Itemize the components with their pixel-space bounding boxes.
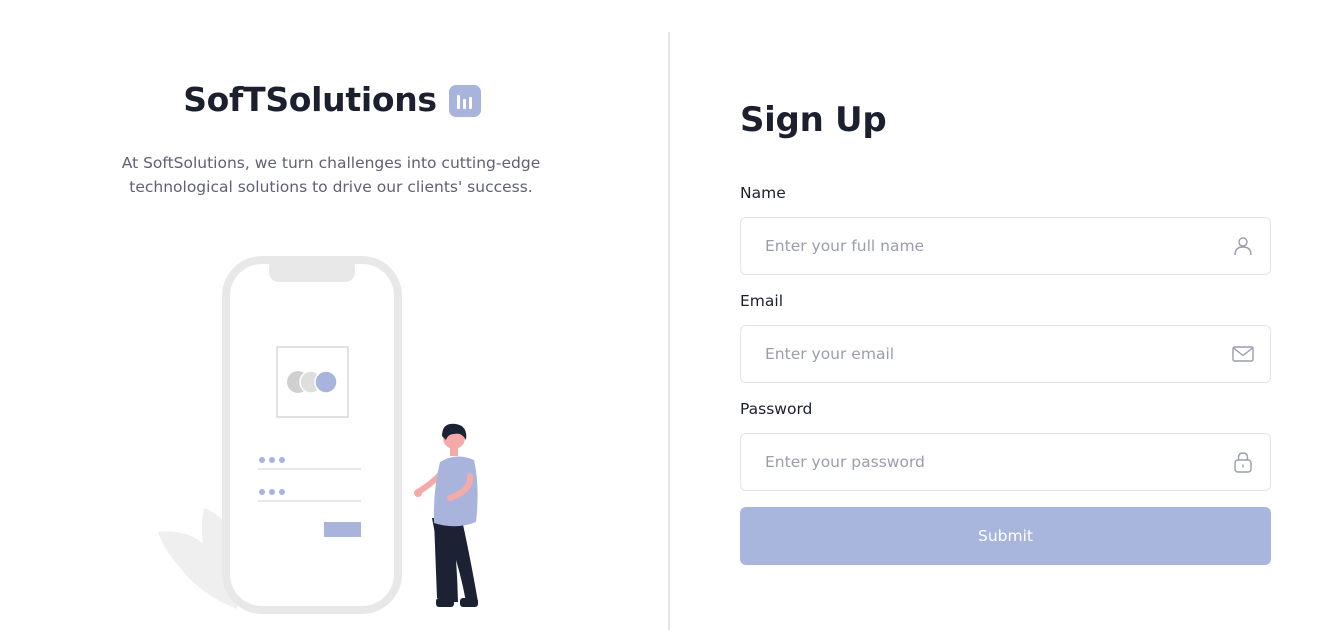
password-label: Password [740,400,813,418]
password-field [740,433,1271,491]
brand-name: SofTSolutions [183,80,437,119]
form-title: Sign Up [740,100,887,140]
name-input[interactable] [741,218,1270,274]
phone-login-illustration [158,256,478,614]
password-input[interactable] [741,434,1270,490]
brand-header: SofTSolutions [0,80,664,119]
email-input[interactable] [741,326,1270,382]
phone-illustration [222,256,402,614]
bar-chart-icon [448,84,481,117]
brand-tagline: At SoftSolutions, we turn challenges int… [121,154,541,196]
name-label: Name [740,184,786,202]
panel-divider [668,32,670,630]
mail-icon [1232,346,1254,362]
email-label: Email [740,292,784,310]
signup-page: SofTSolutions At SoftSolutions, we turn … [0,0,1340,630]
lock-icon [1234,452,1252,473]
person-illustration [414,423,478,607]
email-field [740,325,1271,383]
user-icon [1234,237,1252,256]
name-field [740,217,1271,275]
submit-button[interactable]: Submit [740,507,1271,565]
